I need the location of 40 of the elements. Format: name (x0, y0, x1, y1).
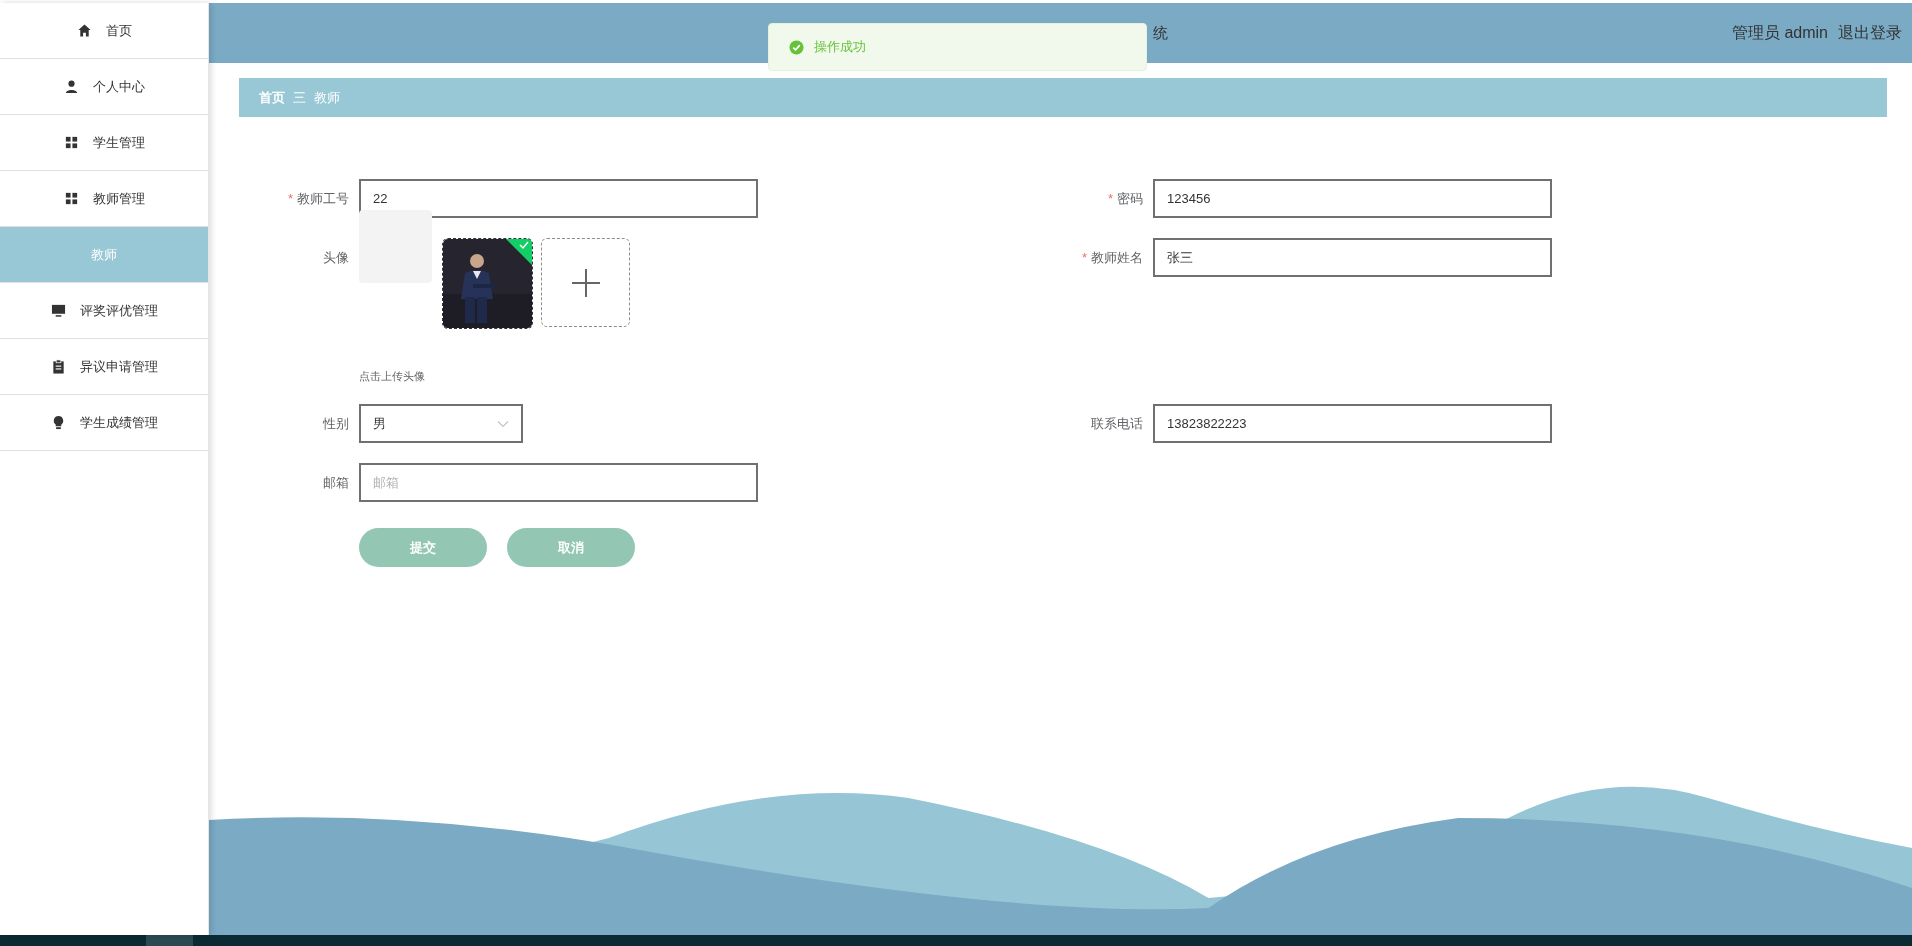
required-mark: * (1107, 191, 1113, 206)
user-icon (63, 79, 79, 94)
input-field[interactable]: 22 (359, 179, 758, 218)
chevron-down-icon (497, 419, 509, 428)
field-label: 性别 (323, 416, 349, 431)
field-label: 密码 (1117, 191, 1143, 206)
sidebar-item[interactable]: 首页 (0, 3, 208, 59)
input-field[interactable]: 张三 (1153, 238, 1552, 277)
breadcrumb-separator: 三 (293, 88, 306, 107)
input-field[interactable]: 123456 (1153, 179, 1552, 218)
required-mark: * (1081, 250, 1087, 265)
select-field[interactable]: 男 (359, 404, 523, 443)
upload-button[interactable] (541, 238, 630, 327)
header-title: 统 (1153, 23, 1168, 43)
check-circle-icon (789, 39, 804, 55)
home-icon (76, 23, 92, 38)
field-label: 邮箱 (323, 475, 349, 490)
breadcrumb-item: 教师 (314, 88, 340, 107)
grid-icon (63, 191, 79, 206)
sidebar-item[interactable]: 异议申请管理 (0, 339, 208, 395)
sidebar-item[interactable]: 学生管理 (0, 115, 208, 171)
field-label: 联系电话 (1091, 416, 1143, 431)
required-mark: * (287, 191, 293, 206)
grid-icon (63, 135, 79, 150)
user-name: 管理员 admin (1731, 22, 1828, 43)
input-field[interactable]: 13823822223 (1153, 404, 1552, 443)
sidebar-item[interactable]: 个人中心 (0, 59, 208, 115)
field-label: 头像 (323, 250, 349, 265)
sidebar-item[interactable]: 评奖评优管理 (0, 283, 208, 339)
toast-message: 操作成功 (814, 38, 866, 56)
upload-hint: 点击上传头像 (359, 369, 426, 384)
plus-icon (571, 268, 600, 297)
field-label: 教师姓名 (1091, 250, 1143, 265)
logout-link[interactable]: 退出登录 (1838, 22, 1902, 44)
check-corner-icon (506, 239, 532, 265)
field-label: 教师工号 (297, 191, 349, 206)
input-field[interactable]: 邮箱 (359, 463, 758, 502)
clipboard-icon (50, 359, 66, 374)
sidebar-item[interactable]: 学生成绩管理 (0, 395, 208, 451)
monitor-icon (50, 303, 66, 318)
